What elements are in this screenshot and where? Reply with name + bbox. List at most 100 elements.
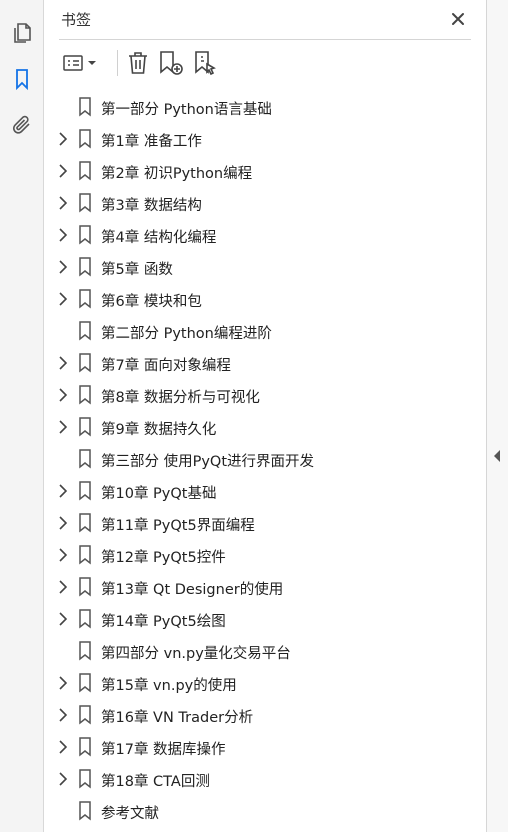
bookmark-item[interactable]: 第9章 数据持久化 bbox=[45, 411, 486, 443]
bookmark-icon bbox=[78, 321, 92, 341]
bookmark-label: 第7章 面向对象编程 bbox=[101, 358, 231, 374]
chevron-right-icon[interactable] bbox=[57, 164, 69, 178]
chevron-right-icon[interactable] bbox=[57, 132, 69, 146]
bookmark-icon bbox=[78, 225, 92, 245]
chevron-right-icon[interactable] bbox=[57, 772, 69, 786]
bookmark-item[interactable]: 第2章 初识Python编程 bbox=[45, 155, 486, 187]
bookmark-item[interactable]: 第一部分 Python语言基础 bbox=[45, 91, 486, 123]
bookmark-label: 第1章 准备工作 bbox=[101, 134, 202, 150]
delete-bookmark-button[interactable] bbox=[125, 50, 151, 76]
bookmark-icon bbox=[78, 577, 92, 597]
bookmark-item[interactable]: 参考文献 bbox=[45, 795, 486, 827]
bookmark-label: 第2章 初识Python编程 bbox=[101, 166, 253, 182]
options-menu-icon bbox=[63, 55, 83, 71]
bookmark-item[interactable]: 第10章 PyQt基础 bbox=[45, 475, 486, 507]
bookmark-icon bbox=[78, 193, 92, 213]
chevron-right-icon[interactable] bbox=[57, 484, 69, 498]
chevron-right-icon[interactable] bbox=[57, 708, 69, 722]
bookmark-item[interactable]: 第15章 vn.py的使用 bbox=[45, 667, 486, 699]
bookmark-icon bbox=[78, 609, 92, 629]
bookmark-item[interactable]: 第18章 CTA回测 bbox=[45, 763, 486, 795]
bookmark-label: 第13章 Qt Designer的使用 bbox=[101, 582, 284, 598]
close-button[interactable] bbox=[447, 8, 469, 30]
new-bookmark-icon bbox=[160, 51, 183, 75]
bookmark-icon bbox=[78, 801, 92, 821]
bookmark-icon bbox=[78, 417, 92, 437]
bookmark-label: 第9章 数据持久化 bbox=[101, 422, 217, 438]
bookmark-icon bbox=[78, 353, 92, 373]
bookmark-item[interactable]: 第二部分 Python编程进阶 bbox=[45, 315, 486, 347]
bookmark-icon bbox=[78, 673, 92, 693]
bookmark-label: 第5章 函数 bbox=[101, 262, 173, 278]
bookmark-item[interactable]: 第16章 VN Trader分析 bbox=[45, 699, 486, 731]
chevron-right-icon[interactable] bbox=[57, 420, 69, 434]
bookmark-icon bbox=[78, 257, 92, 277]
pages-button[interactable] bbox=[6, 17, 38, 49]
new-bookmark-button[interactable] bbox=[157, 50, 185, 76]
chevron-left-icon bbox=[494, 450, 500, 462]
delete-icon bbox=[129, 52, 147, 74]
bookmarks-toolbar bbox=[59, 40, 471, 84]
bookmark-item[interactable]: 第8章 数据分析与可视化 bbox=[45, 379, 486, 411]
bookmark-item[interactable]: 第6章 模块和包 bbox=[45, 283, 486, 315]
bookmark-icon bbox=[78, 385, 92, 405]
bookmark-item[interactable]: 第12章 PyQt5控件 bbox=[45, 539, 486, 571]
bookmark-label: 第一部分 Python语言基础 bbox=[101, 102, 272, 118]
toolbar-separator bbox=[117, 50, 118, 76]
bookmark-label: 第4章 结构化编程 bbox=[101, 230, 217, 246]
bookmarks-panel: 书签 第一部分 Python语言基础 第1章 准备工作 第2章 初识Python… bbox=[45, 0, 486, 832]
bookmarks-button[interactable] bbox=[6, 63, 38, 95]
bookmark-label: 第8章 数据分析与可视化 bbox=[101, 390, 260, 406]
bookmark-icon bbox=[78, 769, 92, 789]
attachments-button[interactable] bbox=[6, 109, 38, 141]
chevron-right-icon[interactable] bbox=[57, 228, 69, 242]
bookmark-item[interactable]: 第3章 数据结构 bbox=[45, 187, 486, 219]
bookmark-label: 第14章 PyQt5绘图 bbox=[101, 614, 226, 630]
bookmark-item[interactable]: 第7章 面向对象编程 bbox=[45, 347, 486, 379]
bookmark-icon bbox=[78, 161, 92, 181]
bookmark-item[interactable]: 第17章 数据库操作 bbox=[45, 731, 486, 763]
bookmark-from-selection-button[interactable] bbox=[191, 50, 219, 76]
chevron-right-icon[interactable] bbox=[57, 612, 69, 626]
bookmark-icon bbox=[16, 69, 28, 91]
bookmark-item[interactable]: 第14章 PyQt5绘图 bbox=[45, 603, 486, 635]
bookmark-item[interactable]: 第四部分 vn.py量化交易平台 bbox=[45, 635, 486, 667]
chevron-right-icon[interactable] bbox=[57, 356, 69, 370]
bookmark-item[interactable]: 第三部分 使用PyQt进行界面开发 bbox=[45, 443, 486, 475]
chevron-right-icon[interactable] bbox=[57, 196, 69, 210]
chevron-right-icon[interactable] bbox=[57, 676, 69, 690]
chevron-down-icon bbox=[88, 61, 96, 65]
bookmark-icon bbox=[78, 449, 92, 469]
options-menu-button[interactable] bbox=[61, 50, 99, 76]
bookmark-label: 第10章 PyQt基础 bbox=[101, 486, 217, 502]
navigation-rail bbox=[0, 0, 44, 832]
chevron-right-icon[interactable] bbox=[57, 548, 69, 562]
bookmark-label: 第三部分 使用PyQt进行界面开发 bbox=[101, 454, 315, 470]
bookmark-label: 第15章 vn.py的使用 bbox=[101, 678, 237, 694]
chevron-right-icon[interactable] bbox=[57, 388, 69, 402]
bookmark-label: 第二部分 Python编程进阶 bbox=[101, 326, 272, 342]
bookmark-icon bbox=[78, 289, 92, 309]
chevron-right-icon[interactable] bbox=[57, 740, 69, 754]
bookmark-icon bbox=[78, 737, 92, 757]
panel-title: 书签 bbox=[61, 11, 92, 29]
bookmark-label: 第16章 VN Trader分析 bbox=[101, 710, 254, 726]
bookmark-item[interactable]: 第5章 函数 bbox=[45, 251, 486, 283]
panel-collapse-strip bbox=[486, 0, 508, 832]
bookmark-icon bbox=[78, 641, 92, 661]
chevron-right-icon[interactable] bbox=[57, 260, 69, 274]
chevron-right-icon[interactable] bbox=[57, 580, 69, 594]
chevron-right-icon[interactable] bbox=[57, 516, 69, 530]
bookmark-from-selection-icon bbox=[195, 51, 216, 76]
bookmark-item[interactable]: 第1章 准备工作 bbox=[45, 123, 486, 155]
bookmark-label: 第6章 模块和包 bbox=[101, 294, 202, 310]
bookmark-item[interactable]: 第4章 结构化编程 bbox=[45, 219, 486, 251]
bookmark-icon bbox=[78, 513, 92, 533]
bookmark-icon bbox=[78, 545, 92, 565]
collapse-panel-button[interactable] bbox=[491, 448, 503, 464]
bookmark-icon bbox=[78, 705, 92, 725]
bookmark-label: 第12章 PyQt5控件 bbox=[101, 550, 226, 566]
chevron-right-icon[interactable] bbox=[57, 292, 69, 306]
bookmark-item[interactable]: 第11章 PyQt5界面编程 bbox=[45, 507, 486, 539]
bookmark-item[interactable]: 第13章 Qt Designer的使用 bbox=[45, 571, 486, 603]
